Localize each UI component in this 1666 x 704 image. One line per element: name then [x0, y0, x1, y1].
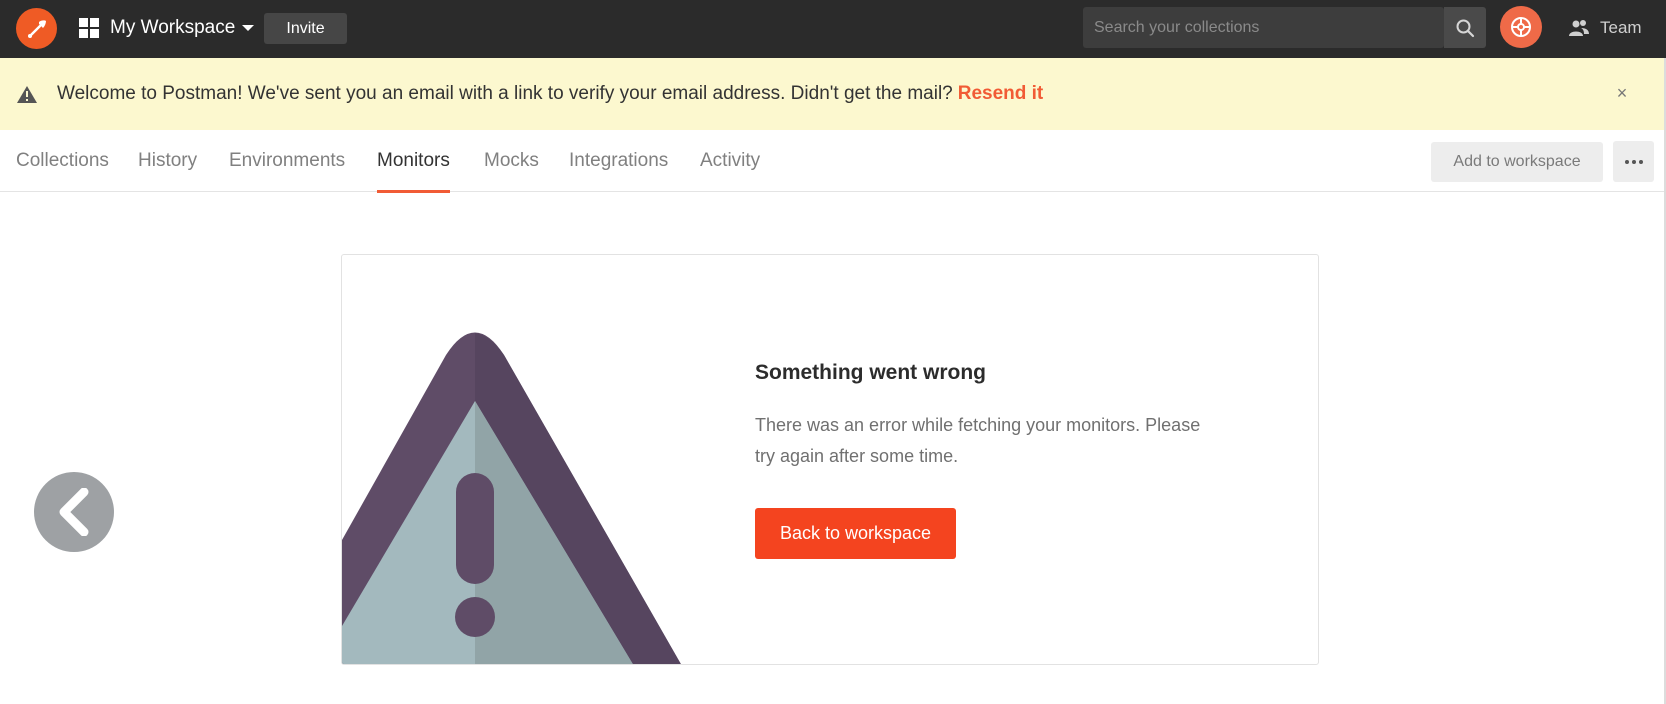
back-to-workspace-button[interactable]: Back to workspace — [755, 508, 956, 559]
banner-message-text: Welcome to Postman! We've sent you an em… — [57, 83, 953, 104]
postman-logo-icon[interactable] — [16, 8, 57, 49]
verify-email-banner: Welcome to Postman! We've sent you an em… — [0, 58, 1666, 130]
tab-environments[interactable]: Environments — [229, 130, 345, 192]
tab-history[interactable]: History — [138, 130, 197, 192]
workspace-tabs: Collections History Environments Monitor… — [0, 130, 1666, 193]
search-input[interactable] — [1083, 7, 1443, 48]
error-card: Something went wrong There was an error … — [341, 254, 1319, 665]
top-bar: My Workspace Invite Team — [0, 0, 1666, 58]
error-message: There was an error while fetching your m… — [755, 415, 1201, 466]
tab-activity[interactable]: Activity — [700, 130, 760, 192]
tab-monitors[interactable]: Monitors — [377, 130, 450, 193]
ellipsis-icon[interactable] — [1613, 141, 1654, 182]
team-label: Team — [1600, 18, 1642, 37]
warning-illustration — [342, 332, 681, 664]
team-button[interactable]: Team — [1568, 14, 1642, 42]
warning-triangle-icon — [16, 85, 38, 109]
banner-message: Welcome to Postman! We've sent you an em… — [57, 82, 1043, 106]
close-icon[interactable]: × — [1612, 83, 1632, 103]
chevron-down-icon[interactable] — [242, 25, 254, 31]
tab-integrations[interactable]: Integrations — [569, 130, 668, 192]
search-icon[interactable] — [1444, 7, 1486, 48]
tab-mocks[interactable]: Mocks — [484, 130, 539, 192]
workspace-grid-icon[interactable] — [79, 18, 99, 38]
resend-link[interactable]: Resend it — [958, 83, 1044, 104]
invite-button[interactable]: Invite — [264, 13, 347, 44]
search-box — [1083, 7, 1444, 48]
team-icon — [1569, 20, 1589, 36]
chevron-left-icon[interactable] — [34, 472, 114, 552]
tab-collections[interactable]: Collections — [16, 130, 109, 192]
error-title: Something went wrong — [755, 361, 986, 384]
add-to-workspace-button[interactable]: Add to workspace — [1431, 142, 1603, 182]
sync-satellite-icon[interactable] — [1500, 6, 1542, 48]
workspace-name[interactable]: My Workspace — [110, 16, 235, 40]
